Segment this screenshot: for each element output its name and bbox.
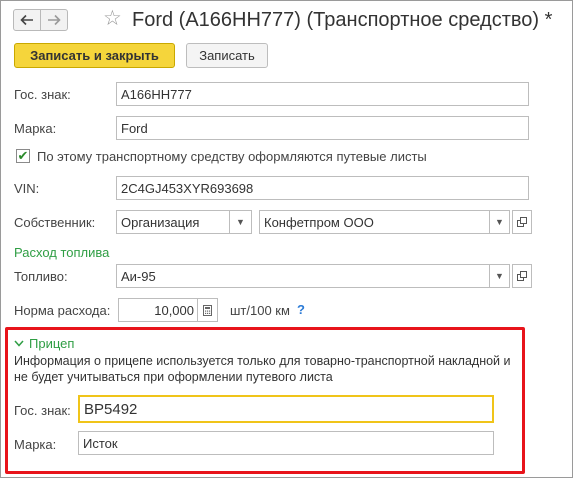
rate-unit: шт/100 км xyxy=(230,303,290,318)
gos-znak-label: Гос. знак: xyxy=(14,87,71,102)
arrow-left-icon xyxy=(20,14,33,26)
calculator-icon xyxy=(203,304,212,316)
trailer-marka-input[interactable]: Исток xyxy=(78,431,494,455)
star-icon[interactable]: ☆ xyxy=(103,7,122,31)
fuel-input[interactable]: Аи-95 xyxy=(116,264,490,288)
back-button[interactable] xyxy=(13,9,41,31)
rate-calculator-button[interactable] xyxy=(198,298,218,322)
owner-dropdown-button[interactable]: ▼ xyxy=(490,210,510,234)
arrow-right-icon xyxy=(48,14,61,26)
help-link[interactable]: ? xyxy=(297,302,305,317)
owner-open-button[interactable] xyxy=(512,210,532,234)
save-and-close-button[interactable]: Записать и закрыть xyxy=(14,43,175,68)
save-button[interactable]: Записать xyxy=(186,43,268,68)
chevron-down-icon: ▼ xyxy=(495,271,504,281)
vin-label: VIN: xyxy=(14,181,40,196)
owner-label: Собственник: xyxy=(14,215,96,230)
open-icon xyxy=(517,217,527,227)
gos-znak-input[interactable]: А166НН777 xyxy=(116,82,529,106)
trailer-gos-znak-label: Гос. знак: xyxy=(14,403,71,418)
chevron-down-icon: ▼ xyxy=(236,217,245,227)
trailer-gos-znak-input[interactable]: ВР5492 xyxy=(78,395,494,423)
window-title: Ford (А166НН777) (Транспортное средство)… xyxy=(132,9,553,31)
marka-label: Марка: xyxy=(14,121,57,136)
owner-type-select[interactable]: Организация xyxy=(116,210,230,234)
fuel-section-title: Расход топлива xyxy=(14,245,110,260)
waybill-checkbox[interactable]: ✔ xyxy=(16,149,30,163)
waybill-checkbox-label[interactable]: По этому транспортному средству оформляю… xyxy=(37,149,427,164)
owner-input[interactable]: Конфетпром ООО xyxy=(259,210,490,234)
rate-label: Норма расхода: xyxy=(14,303,111,318)
marka-input[interactable]: Ford xyxy=(116,116,529,140)
trailer-info-text: Информация о прицепе используется только… xyxy=(14,354,511,384)
open-icon xyxy=(517,271,527,281)
rate-input[interactable]: 10,000 xyxy=(118,298,198,322)
trailer-marka-label: Марка: xyxy=(14,437,57,452)
forward-button[interactable] xyxy=(40,9,68,31)
chevron-down-icon xyxy=(14,340,24,347)
fuel-label: Топливо: xyxy=(14,269,68,284)
trailer-title: Прицеп xyxy=(29,336,75,351)
vin-input[interactable]: 2C4GJ453XYR693698 xyxy=(116,176,529,200)
owner-type-dropdown-button[interactable]: ▼ xyxy=(230,210,252,234)
fuel-dropdown-button[interactable]: ▼ xyxy=(490,264,510,288)
chevron-down-icon: ▼ xyxy=(495,217,504,227)
fuel-open-button[interactable] xyxy=(512,264,532,288)
trailer-group-toggle[interactable]: Прицеп xyxy=(14,336,74,351)
